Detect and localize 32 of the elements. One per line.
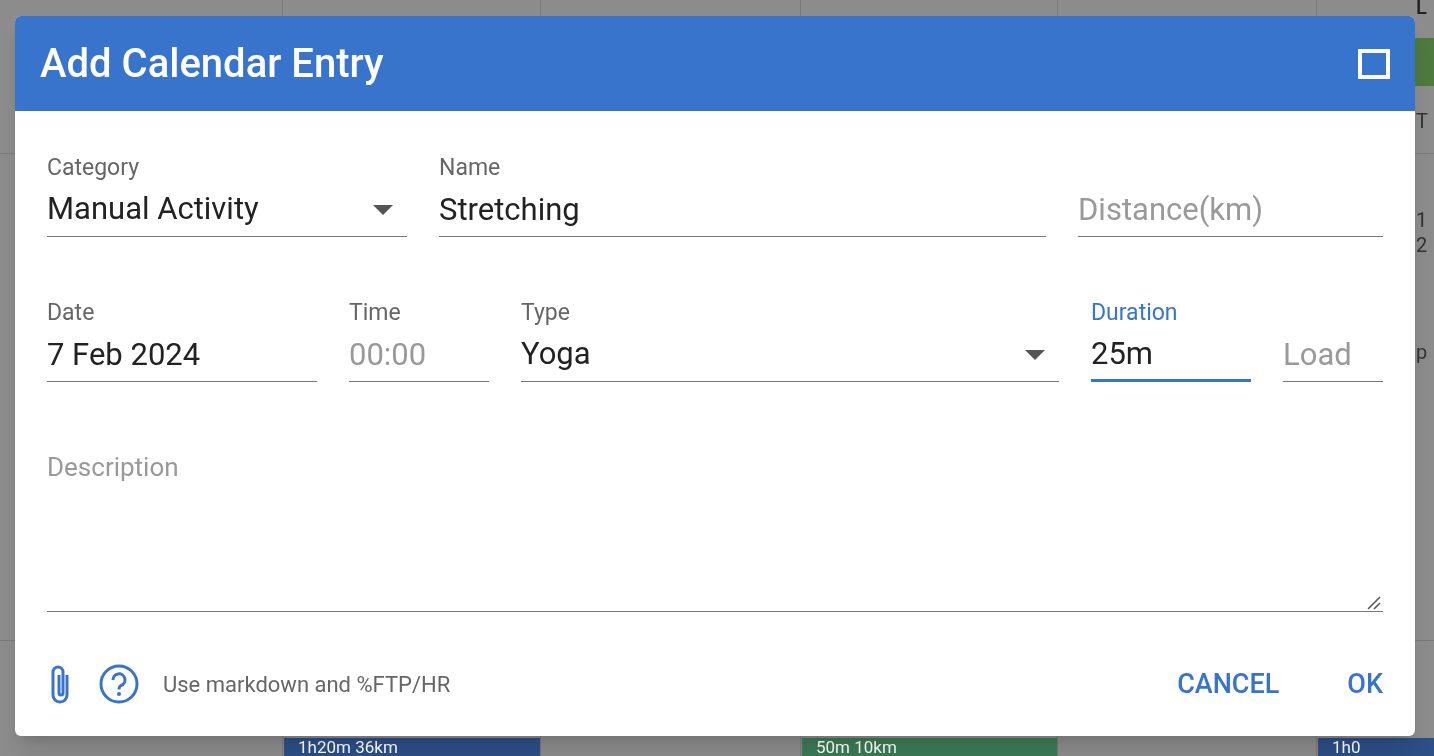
field-label: Duration	[1091, 298, 1179, 328]
dialog-title: Add Calendar Entry	[40, 38, 384, 89]
input-field[interactable]: Load	[1283, 328, 1383, 382]
description-field[interactable]: Description	[47, 434, 1383, 612]
field-label: Date	[47, 298, 96, 328]
event-chip[interactable]: 1h20m 36km	[284, 738, 540, 756]
dropdown-field[interactable]: Manual Activity	[47, 183, 407, 237]
help-icon[interactable]	[99, 664, 139, 705]
input-field[interactable]: 25m	[1091, 328, 1251, 382]
caret-icon	[1025, 349, 1045, 360]
hint-text: Use markdown and %FTP/HR	[163, 670, 451, 699]
field-label: Category	[47, 153, 141, 183]
event-chip[interactable]: 1h0	[1318, 738, 1434, 756]
input-field[interactable]: 7 Feb 2024	[47, 328, 317, 382]
calendar-text: 1	[1416, 207, 1428, 234]
dialog-button[interactable]: OK	[1343, 660, 1387, 709]
input-field[interactable]: 00:00	[349, 328, 489, 382]
dropdown-field[interactable]: Yoga	[521, 328, 1059, 382]
column-header: L	[1416, 0, 1427, 21]
calendar-text: 2	[1416, 232, 1428, 259]
event-chip[interactable]: 50m 10km	[802, 738, 1057, 756]
field-label: Type	[521, 298, 571, 328]
calendar-text: p	[1416, 339, 1428, 366]
field-label: Name	[439, 153, 502, 183]
dialog-button[interactable]: CANCEL	[1173, 660, 1284, 709]
calendar-text: T	[1416, 108, 1428, 135]
caret-icon	[373, 204, 393, 215]
maximize-icon[interactable]	[1358, 48, 1390, 79]
input-field[interactable]: Stretching	[439, 183, 1046, 237]
resize-handle-icon[interactable]	[1367, 596, 1381, 610]
input-field[interactable]: Distance(km)	[1078, 183, 1383, 237]
field-label: Time	[349, 298, 402, 328]
